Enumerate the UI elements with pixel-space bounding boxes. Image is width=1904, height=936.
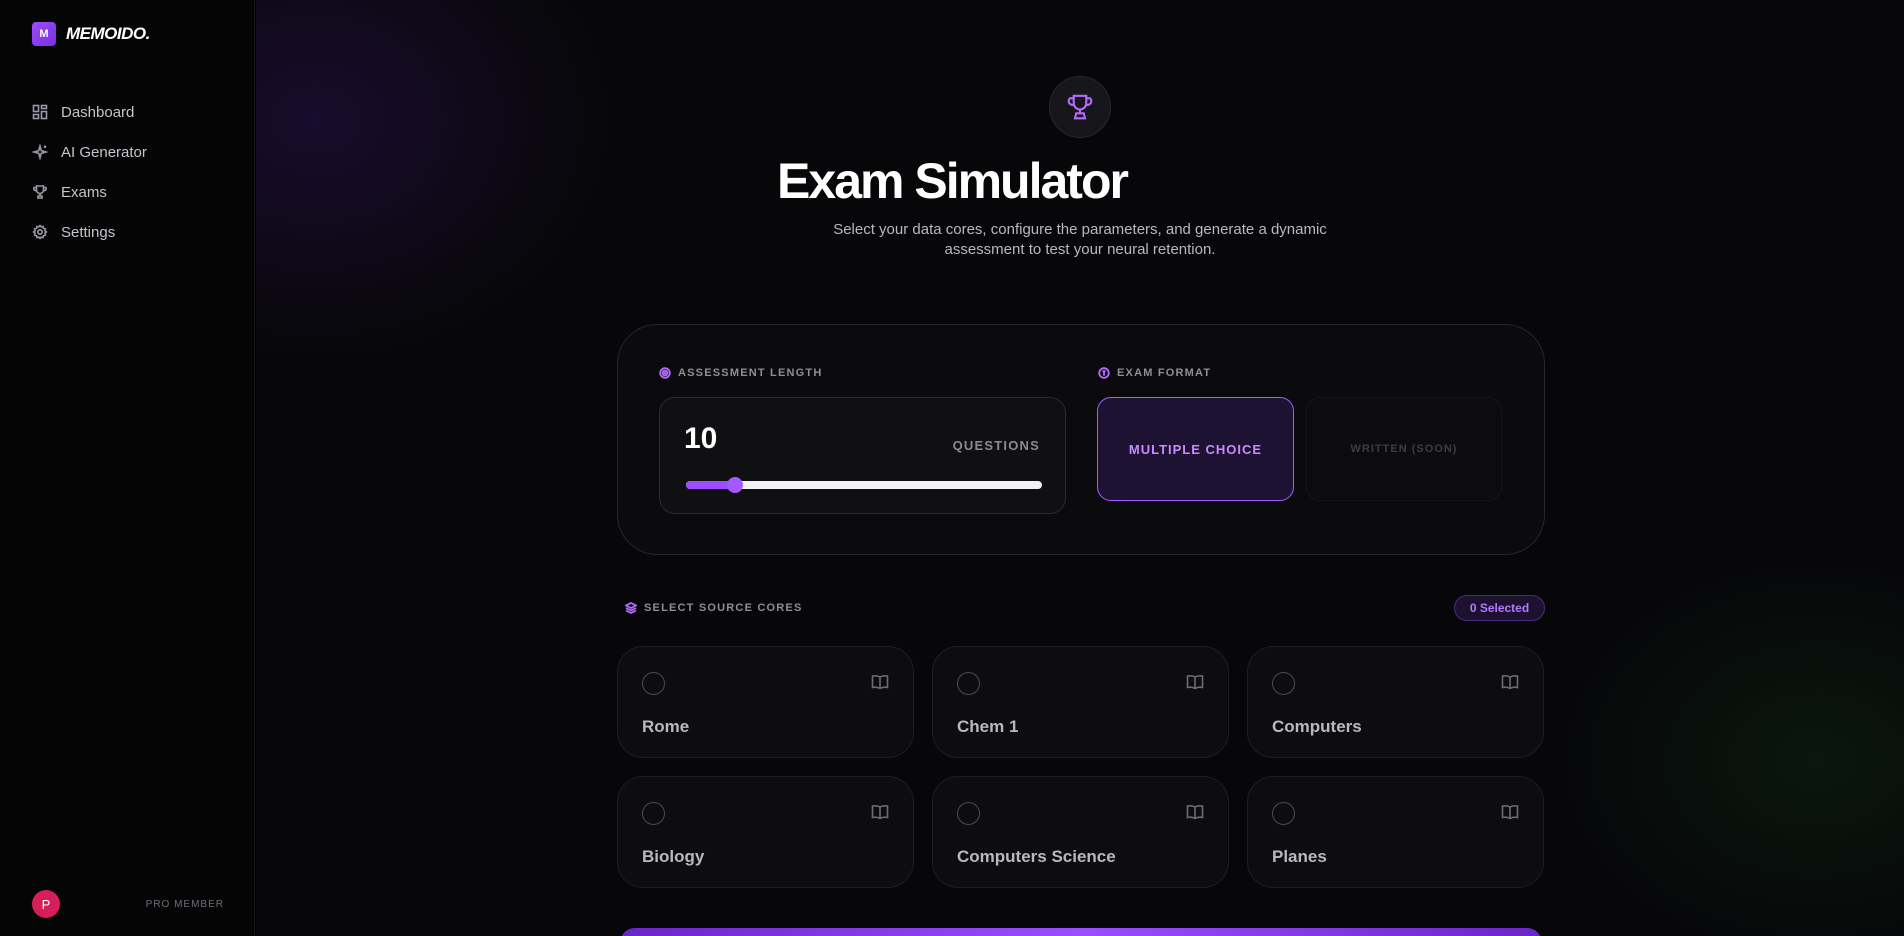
source-core-name: Planes — [1272, 847, 1327, 866]
sidebar-item-settings[interactable]: Settings — [32, 212, 147, 252]
source-core-name: Computers — [1272, 717, 1362, 736]
selected-count-badge: 0 Selected — [1454, 595, 1545, 621]
trophy-icon — [1067, 94, 1093, 120]
select-radio[interactable] — [642, 672, 665, 695]
logo[interactable]: M MEMOIDO. — [32, 22, 150, 46]
source-cores-label: SELECT SOURCE CORES — [625, 602, 803, 614]
book-icon — [871, 675, 889, 690]
source-core-card[interactable]: Computers — [1247, 646, 1544, 758]
logo-text: MEMOIDO. — [66, 24, 150, 43]
select-radio[interactable] — [1272, 802, 1295, 825]
source-cores-text: SELECT SOURCE CORES — [644, 602, 803, 614]
exam-format-text: EXAM FORMAT — [1117, 367, 1212, 379]
dashboard-icon — [32, 104, 48, 120]
book-icon — [1186, 805, 1204, 820]
book-icon — [1501, 805, 1519, 820]
slider-thumb[interactable] — [727, 477, 744, 493]
source-core-card[interactable]: Biology — [617, 776, 914, 888]
select-radio[interactable] — [642, 802, 665, 825]
layers-icon — [625, 602, 637, 614]
assessment-length-box: 10 QUESTIONS — [659, 397, 1066, 514]
format-icon — [1098, 367, 1110, 379]
sidebar-item-dashboard[interactable]: Dashboard — [32, 92, 147, 132]
assessment-length-text: ASSESSMENT LENGTH — [678, 367, 823, 379]
format-multiple-choice-button[interactable]: MULTIPLE CHOICE — [1097, 397, 1294, 501]
avatar[interactable]: P — [32, 890, 60, 918]
gear-icon — [32, 224, 48, 240]
source-core-name: Chem 1 — [957, 717, 1019, 736]
exam-config-panel: ASSESSMENT LENGTH 10 QUESTIONS EXAM FORM… — [617, 324, 1545, 555]
book-icon — [1186, 675, 1204, 690]
source-core-name: Rome — [642, 717, 690, 736]
page-title: Exam Simulator — [777, 153, 1129, 209]
question-count-slider[interactable] — [686, 477, 1042, 493]
membership-label: PRO MEMBER — [145, 898, 224, 910]
source-core-card[interactable]: Planes — [1247, 776, 1544, 888]
target-icon — [659, 367, 671, 379]
generate-exam-button[interactable] — [620, 928, 1542, 936]
format-written-button: WRITTEN (SOON) — [1306, 397, 1502, 501]
source-core-name: Computers Science — [957, 847, 1116, 866]
source-core-card[interactable]: Computers Science — [932, 776, 1229, 888]
question-count-unit: QUESTIONS — [952, 438, 1040, 453]
book-icon — [871, 805, 889, 820]
source-core-name: Biology — [642, 847, 705, 866]
select-radio[interactable] — [957, 802, 980, 825]
user-profile[interactable]: P PRO MEMBER — [32, 890, 224, 918]
source-core-card[interactable]: Rome — [617, 646, 914, 758]
exam-header-badge — [1049, 76, 1111, 138]
page-subtitle: Select your data cores, configure the pa… — [833, 221, 1327, 258]
source-core-card[interactable]: Chem 1 — [932, 646, 1229, 758]
book-icon — [1501, 675, 1519, 690]
sidebar: M MEMOIDO. Dashboard AI Generator Exams — [0, 0, 255, 936]
select-radio[interactable] — [957, 672, 980, 695]
sidebar-item-label: Settings — [61, 223, 116, 241]
assessment-length-label: ASSESSMENT LENGTH — [659, 367, 822, 379]
question-count: 10 — [684, 422, 718, 455]
sidebar-item-label: Dashboard — [61, 103, 135, 121]
select-radio[interactable] — [1272, 672, 1295, 695]
exam-format-label: EXAM FORMAT — [1098, 367, 1211, 379]
logo-badge: M — [32, 22, 56, 46]
